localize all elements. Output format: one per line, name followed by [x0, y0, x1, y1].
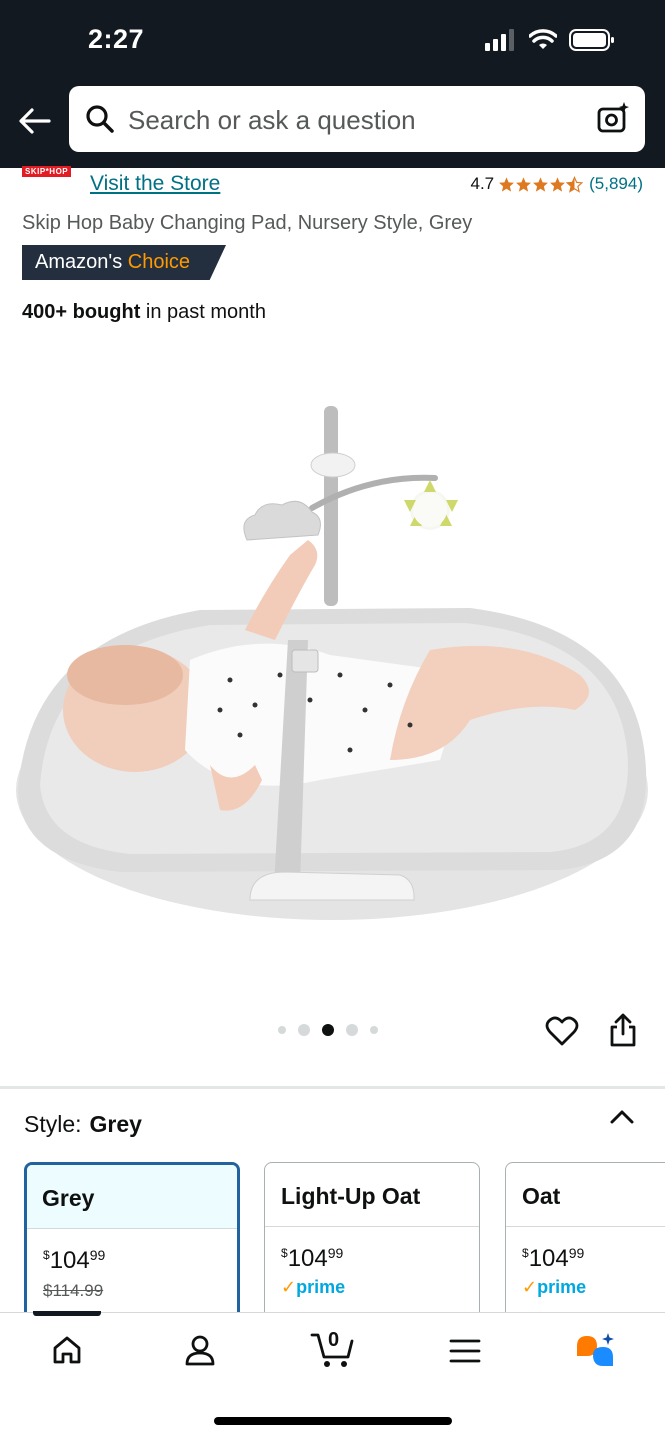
wishlist-heart-icon[interactable] — [545, 1014, 579, 1048]
badge-prefix: Amazon's — [35, 251, 128, 273]
price-cents: 99 — [568, 1245, 585, 1261]
share-icon[interactable] — [608, 1012, 638, 1048]
star-full-icon — [550, 176, 566, 192]
price-whole: 104 — [49, 1247, 90, 1274]
style-option-price: $10499 — [506, 1227, 665, 1273]
star-full-icon — [499, 176, 515, 192]
nav-active-indicator — [33, 1311, 101, 1316]
style-option-oat[interactable]: Oat $10499 ✓prime — [505, 1162, 665, 1332]
cart-count: 0 — [328, 1329, 340, 1351]
chevron-up-icon[interactable] — [608, 1106, 636, 1128]
gallery-dots[interactable] — [278, 1024, 378, 1036]
price-cents: 99 — [89, 1247, 106, 1263]
prime-label: prime — [537, 1277, 587, 1297]
menu-icon[interactable] — [448, 1337, 482, 1365]
prime-label: prime — [296, 1277, 346, 1297]
cart-button[interactable]: 0 — [310, 1327, 356, 1369]
rating-count[interactable]: (5,894) — [589, 174, 643, 194]
gallery-dot[interactable] — [346, 1024, 358, 1036]
style-option-list-price: $114.99 — [43, 1281, 104, 1300]
star-full-icon — [516, 176, 532, 192]
section-divider — [0, 1086, 665, 1089]
status-icons — [485, 28, 615, 52]
battery-icon — [569, 29, 614, 51]
prime-badge: ✓prime — [265, 1273, 479, 1298]
wifi-icon — [529, 29, 557, 49]
product-image[interactable] — [0, 340, 665, 1010]
gallery-dot[interactable] — [278, 1026, 286, 1034]
bought-rest: in past month — [140, 301, 266, 323]
status-time: 2:27 — [88, 24, 145, 54]
prime-check-icon: ✓ — [522, 1277, 538, 1297]
price-symbol: $ — [281, 1246, 288, 1260]
rating-summary[interactable]: 4.7 (5,894) — [470, 174, 643, 194]
search-bar[interactable]: Search or ask a question — [69, 86, 645, 152]
style-option-name: Oat — [506, 1163, 665, 1227]
style-option-name: Grey — [27, 1165, 237, 1229]
badge-highlight: Choice — [127, 251, 191, 273]
style-option-price: $10499 — [27, 1229, 237, 1275]
price-whole: 104 — [287, 1245, 328, 1272]
brand-logo[interactable]: SKIP*HOP — [22, 164, 78, 196]
rating-stars — [498, 175, 584, 193]
star-half-icon — [566, 175, 584, 193]
rufus-ai-icon[interactable] — [574, 1331, 618, 1371]
style-selector-header[interactable]: Style: Grey — [24, 1111, 142, 1138]
price-symbol: $ — [43, 1248, 50, 1262]
style-option-light-up-oat[interactable]: Light-Up Oat $10499 ✓prime — [264, 1162, 480, 1332]
home-icon[interactable] — [50, 1333, 84, 1367]
bought-count: 400+ bought in past month — [22, 301, 266, 324]
account-icon[interactable] — [183, 1333, 217, 1367]
prime-badge: ✓prime — [506, 1273, 665, 1298]
brand-logo-text: SKIP*HOP — [22, 166, 72, 177]
price-cents: 99 — [327, 1245, 344, 1261]
price-symbol: $ — [522, 1246, 529, 1260]
style-label: Style: — [24, 1111, 82, 1137]
app-header: 2:27 Search or ask a question — [0, 0, 665, 168]
price-whole: 104 — [528, 1245, 569, 1272]
style-option-grey[interactable]: Grey $10499 $114.99 — [24, 1162, 240, 1332]
home-indicator — [214, 1417, 452, 1425]
prime-check-icon: ✓ — [281, 1277, 297, 1297]
search-icon — [86, 105, 114, 133]
bought-bold: 400+ bought — [22, 301, 141, 323]
style-option-name: Light-Up Oat — [265, 1163, 479, 1227]
back-arrow-icon[interactable] — [16, 102, 54, 140]
gallery-dot-active[interactable] — [322, 1024, 334, 1036]
visit-store-link[interactable]: Visit the Store — [90, 172, 220, 196]
star-full-icon — [533, 176, 549, 192]
rating-value: 4.7 — [470, 174, 495, 193]
cellular-signal-icon — [485, 29, 514, 51]
product-title: Skip Hop Baby Changing Pad, Nursery Styl… — [22, 212, 473, 234]
style-option-price: $10499 — [265, 1227, 479, 1273]
search-input[interactable]: Search or ask a question — [128, 105, 416, 136]
gallery-dot[interactable] — [370, 1026, 378, 1034]
style-selected-value: Grey — [89, 1111, 142, 1137]
gallery-dot[interactable] — [298, 1024, 310, 1036]
camera-search-icon[interactable] — [595, 100, 631, 136]
amazons-choice-badge[interactable]: Amazon's Choice — [22, 245, 226, 280]
